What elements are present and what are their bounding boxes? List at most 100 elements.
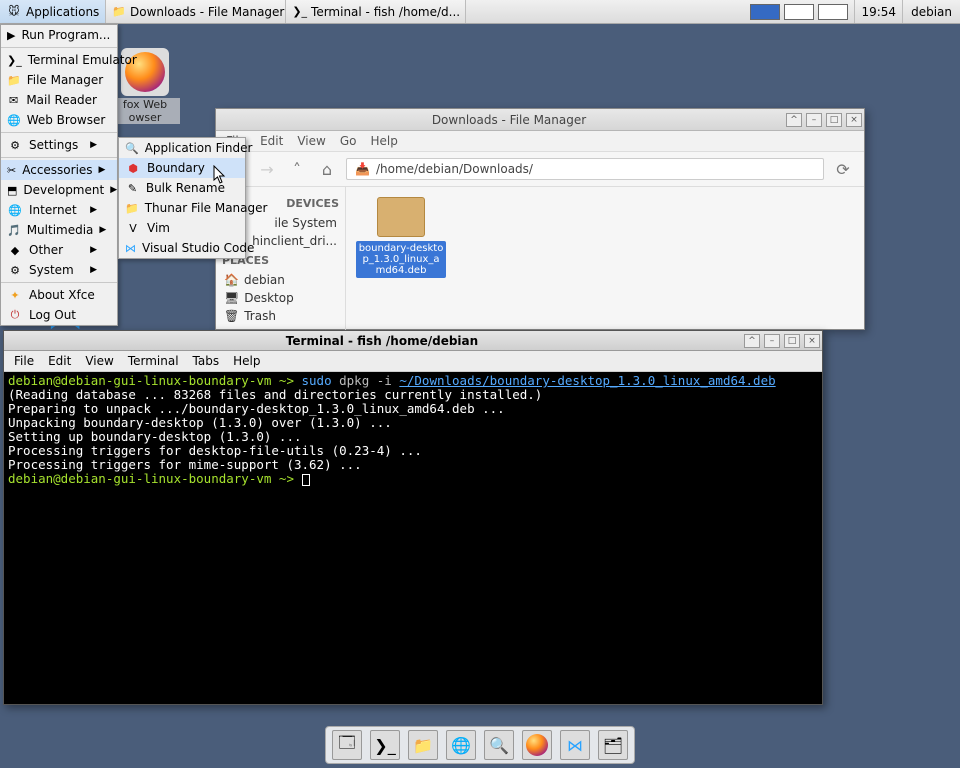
- file-item-deb[interactable]: boundary-desktop_1.3.0_linux_amd64.deb: [356, 197, 446, 278]
- other-icon: ◆: [7, 242, 23, 258]
- term-menu-view[interactable]: View: [85, 354, 113, 368]
- fm-minimize-button[interactable]: –: [806, 113, 822, 127]
- dock-web-browser[interactable]: 🌐: [446, 730, 476, 760]
- menu-system[interactable]: ⚙System▶: [1, 260, 117, 280]
- menu-separator: [1, 47, 117, 48]
- location-path: /home/debian/Downloads/: [376, 162, 533, 176]
- dock-show-desktop[interactable]: 🗔: [332, 730, 362, 760]
- dock-home[interactable]: 🗂: [598, 730, 628, 760]
- terminal-titlebar[interactable]: Terminal - fish /home/debian ^ – □ ×: [4, 331, 822, 351]
- panel-spacer: [466, 0, 744, 23]
- menu-web-browser[interactable]: 🌐Web Browser: [1, 110, 117, 130]
- terminal-prompt: debian@debian-gui-linux-boundary-vm ~>: [8, 471, 302, 486]
- dock-file-manager[interactable]: 📁: [408, 730, 438, 760]
- task-label: Terminal - fish /home/d...: [311, 5, 460, 19]
- applications-menu-button[interactable]: 🐭 Applications: [0, 0, 106, 23]
- menu-run-program[interactable]: ▶Run Program...: [1, 25, 117, 45]
- gear-icon: ⚙: [7, 137, 23, 153]
- chevron-right-icon: ▶: [110, 185, 117, 195]
- applications-menu: ▶Run Program... ❯_Terminal Emulator 📁Fil…: [0, 24, 118, 326]
- folder-download-icon: 📥: [355, 162, 370, 176]
- menu-other[interactable]: ◆Other▶: [1, 240, 117, 260]
- up-icon[interactable]: ˄: [286, 158, 308, 180]
- trash-icon: 🗑: [224, 309, 239, 323]
- clock[interactable]: 19:54: [854, 0, 903, 23]
- term-menu-file[interactable]: File: [14, 354, 34, 368]
- user-label[interactable]: debian: [903, 0, 960, 23]
- keyboard-indicator-icon[interactable]: [750, 4, 780, 20]
- fm-rollup-button[interactable]: ^: [786, 113, 802, 127]
- menu-settings[interactable]: ⚙Settings▶: [1, 135, 117, 155]
- terminal-cursor: [302, 474, 310, 486]
- bottom-dock: 🗔 ❯_ 📁 🌐 🔍 ⋈ 🗂: [325, 726, 635, 764]
- menu-development[interactable]: ⬒Development▶: [1, 180, 117, 200]
- taskbar-item-terminal[interactable]: ❯_ Terminal - fish /home/d...: [286, 0, 466, 23]
- terminal-output: Preparing to unpack .../boundary-desktop…: [8, 401, 505, 416]
- dock-vscode[interactable]: ⋈: [560, 730, 590, 760]
- submenu-vim[interactable]: VVim: [119, 218, 245, 238]
- menu-multimedia[interactable]: 🎵Multimedia▶: [1, 220, 117, 240]
- menu-file-manager[interactable]: 📁File Manager: [1, 70, 117, 90]
- system-tray: [744, 0, 854, 23]
- sidebar-item-home[interactable]: 🏠debian: [220, 271, 341, 289]
- workspace-2-icon[interactable]: [818, 4, 848, 20]
- menu-separator: [1, 282, 117, 283]
- task-label: Downloads - File Manager: [130, 5, 284, 19]
- chevron-right-icon: ▶: [90, 140, 97, 150]
- top-panel: 🐭 Applications 📁 Downloads - File Manage…: [0, 0, 960, 24]
- menu-accessories[interactable]: ✂Accessories▶: [1, 160, 117, 180]
- taskbar-item-filemanager[interactable]: 📁 Downloads - File Manager: [106, 0, 286, 23]
- term-close-button[interactable]: ×: [804, 334, 820, 348]
- reload-icon[interactable]: ⟳: [832, 158, 854, 180]
- menu-about-xfce[interactable]: ✦About Xfce: [1, 285, 117, 305]
- submenu-boundary[interactable]: ⬢Boundary: [119, 158, 245, 178]
- term-menu-terminal[interactable]: Terminal: [128, 354, 179, 368]
- menu-terminal-emulator[interactable]: ❯_Terminal Emulator: [1, 50, 117, 70]
- home-icon[interactable]: ⌂: [316, 158, 338, 180]
- dock-firefox[interactable]: [522, 730, 552, 760]
- media-icon: 🎵: [7, 222, 21, 238]
- rename-icon: ✎: [125, 180, 140, 196]
- term-maximize-button[interactable]: □: [784, 334, 800, 348]
- submenu-thunar[interactable]: 📁Thunar File Manager: [119, 198, 245, 218]
- chevron-right-icon: ▶: [99, 165, 106, 175]
- menu-internet[interactable]: 🌐Internet▶: [1, 200, 117, 220]
- location-bar[interactable]: 📥 /home/debian/Downloads/: [346, 158, 824, 180]
- fm-menu-view[interactable]: View: [297, 134, 325, 148]
- term-rollup-button[interactable]: ^: [744, 334, 760, 348]
- fm-maximize-button[interactable]: □: [826, 113, 842, 127]
- globe-icon: 🌐: [7, 112, 21, 128]
- folder-icon: 📁: [7, 72, 21, 88]
- menu-mail-reader[interactable]: ✉Mail Reader: [1, 90, 117, 110]
- fm-menu-help[interactable]: Help: [370, 134, 397, 148]
- terminal-body[interactable]: debian@debian-gui-linux-boundary-vm ~> s…: [4, 372, 822, 704]
- dock-app-finder[interactable]: 🔍: [484, 730, 514, 760]
- fm-menu-go[interactable]: Go: [340, 134, 357, 148]
- chevron-right-icon: ▶: [90, 265, 97, 275]
- fm-menu-edit[interactable]: Edit: [260, 134, 283, 148]
- sidebar-item-trash[interactable]: 🗑Trash: [220, 307, 341, 325]
- terminal-window: Terminal - fish /home/debian ^ – □ × Fil…: [3, 330, 823, 705]
- terminal-output: Processing triggers for desktop-file-uti…: [8, 443, 422, 458]
- submenu-vscode[interactable]: ⋈Visual Studio Code: [119, 238, 245, 258]
- term-minimize-button[interactable]: –: [764, 334, 780, 348]
- workspace-1-icon[interactable]: [784, 4, 814, 20]
- forward-icon[interactable]: →: [256, 158, 278, 180]
- menu-separator: [1, 132, 117, 133]
- terminal-cmd-dpkg: dpkg -i: [332, 373, 400, 388]
- term-menu-tabs[interactable]: Tabs: [193, 354, 220, 368]
- boundary-icon: ⬢: [125, 160, 141, 176]
- term-menu-edit[interactable]: Edit: [48, 354, 71, 368]
- accessories-icon: ✂: [7, 162, 16, 178]
- menu-log-out[interactable]: ⏻Log Out: [1, 305, 117, 325]
- sidebar-item-desktop[interactable]: 🖥Desktop: [220, 289, 341, 307]
- fm-titlebar[interactable]: Downloads - File Manager ^ – □ ×: [216, 109, 864, 131]
- submenu-bulk-rename[interactable]: ✎Bulk Rename: [119, 178, 245, 198]
- dock-terminal[interactable]: ❯_: [370, 730, 400, 760]
- run-icon: ▶: [7, 27, 15, 43]
- xfce-logo-icon: 🐭: [6, 4, 22, 20]
- submenu-application-finder[interactable]: 🔍Application Finder: [119, 138, 245, 158]
- term-menu-help[interactable]: Help: [233, 354, 260, 368]
- home-icon: 🏠: [224, 273, 239, 287]
- fm-close-button[interactable]: ×: [846, 113, 862, 127]
